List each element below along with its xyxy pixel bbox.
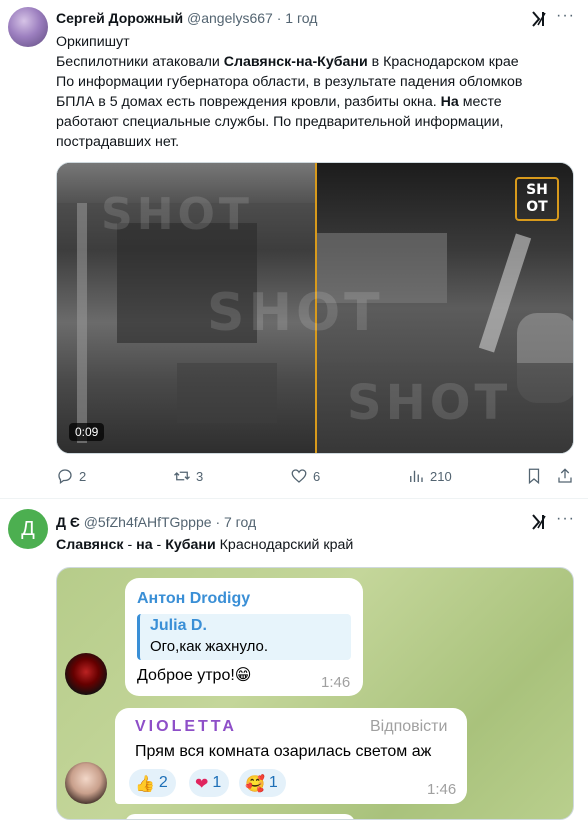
reaction-emoji-icon: 👍	[135, 773, 155, 793]
views-button[interactable]: 210	[407, 467, 452, 485]
text-run: в Краснодарском крае	[367, 54, 519, 70]
bold-text-run: на	[136, 537, 153, 553]
reaction-chip[interactable]: ❤ 1	[189, 769, 230, 797]
author-avatar[interactable]	[8, 7, 48, 47]
message-bubble[interactable]: Антон Drodigy Julia D. Ого,как жахнуло. …	[125, 578, 363, 696]
text-run: пострадавших нет.	[56, 134, 180, 150]
sender-avatar	[65, 653, 107, 695]
reaction-count: 1	[268, 774, 278, 791]
tweet-text: Оркипишут Беспилотники атаковали Славянск…	[56, 32, 566, 152]
text-run: Краснодарский край	[215, 537, 354, 553]
tweet-timestamp[interactable]: 7 год	[224, 514, 256, 530]
separator-dot: ·	[215, 514, 221, 530]
tweet-text: Славянск - на - Кубани Краснодарский кра…	[56, 535, 566, 555]
tweet-header: Д Є @5fZh4fAHfTGpppe · 7 год	[56, 514, 256, 530]
repost-icon	[174, 471, 190, 481]
reply-action-label[interactable]: Відповісти	[370, 718, 447, 736]
sender-avatar	[65, 762, 107, 804]
heart-icon	[291, 469, 307, 483]
shot-logo: SH OT	[515, 177, 559, 221]
tweet-timestamp[interactable]: 1 год	[285, 10, 317, 26]
like-button[interactable]: 6	[290, 467, 320, 485]
message-sender: Антон Drodigy	[137, 590, 251, 607]
bold-text-run: Кубани	[165, 537, 216, 553]
text-run: месте	[458, 94, 502, 110]
message-bubble-partial	[125, 814, 355, 819]
more-options-icon[interactable]: ···	[556, 510, 575, 528]
author-name[interactable]: Сергей Дорожный	[56, 10, 183, 26]
text-run: -	[123, 537, 137, 553]
views-icon	[410, 470, 423, 482]
text-run: -	[152, 537, 166, 553]
grok-icon[interactable]	[529, 9, 549, 29]
shot-logo-top: SH	[526, 182, 548, 198]
tweet-text-line: пострадавших нет.	[56, 132, 566, 152]
author-avatar[interactable]: Д	[8, 509, 48, 549]
author-name[interactable]: Д Є	[56, 514, 80, 530]
bold-text-run: Славянск-на-Кубани	[223, 54, 368, 70]
video-watermark: SHOT	[207, 283, 384, 343]
shot-logo-bottom: OT	[526, 199, 548, 215]
reaction-emoji-icon: ❤	[195, 773, 209, 793]
tweet-video[interactable]: SHOT SHOT SHOT SH OT 0:09	[56, 162, 574, 454]
reply-icon	[58, 469, 72, 485]
message-text: Прям вся комната озарилась светом аж	[135, 743, 432, 760]
reaction-chip[interactable]: 🥰 1	[239, 769, 286, 797]
text-run: Оркипишут	[56, 34, 130, 50]
video-watermark: SHOT	[101, 189, 253, 240]
reply-button[interactable]: 2	[56, 467, 86, 485]
tweet-text-line: БПЛА в 5 домах есть повреждения кровли, …	[56, 92, 566, 112]
bold-text-run: Славянск	[56, 537, 124, 553]
avatar-letter: Д	[21, 517, 35, 540]
message-sender: VIOLETTA	[135, 718, 237, 735]
text-run: Беспилотники атаковали	[56, 54, 224, 70]
share-button[interactable]	[556, 467, 579, 485]
more-options-icon[interactable]: ···	[556, 7, 575, 25]
bold-text-run: На	[440, 94, 459, 110]
video-watermark: SHOT	[347, 375, 512, 431]
repost-button[interactable]: 3	[173, 467, 203, 485]
like-count: 6	[313, 468, 321, 484]
video-duration: 0:09	[69, 423, 105, 441]
message-time: 1:46	[321, 674, 351, 691]
bookmark-icon	[528, 468, 540, 485]
reaction-count: 1	[212, 774, 222, 791]
reply-count: 2	[79, 468, 87, 484]
share-icon	[558, 468, 572, 483]
quoted-reply[interactable]: Julia D. Ого,как жахнуло.	[137, 614, 351, 660]
separator-dot: ·	[276, 10, 282, 26]
tweet-text-line: По информации губернатора области, в рез…	[56, 72, 566, 92]
reaction-emoji-icon: 🥰	[245, 773, 265, 793]
grok-icon[interactable]	[529, 512, 549, 532]
text-run: БПЛА в 5 домах есть повреждения кровли, …	[56, 94, 441, 110]
tweet-text-line: работают специальные службы. По предвари…	[56, 112, 566, 132]
views-count: 210	[430, 468, 452, 484]
reaction-count: 2	[158, 774, 168, 791]
text-run: По информации губернатора области, в рез…	[56, 74, 523, 90]
quoted-author: Julia D.	[150, 617, 207, 634]
author-handle[interactable]: @angelys667	[187, 10, 273, 26]
message-time: 1:46	[427, 781, 457, 798]
tweet-header: Сергей Дорожный @angelys667 · 1 год	[56, 10, 317, 26]
repost-count: 3	[196, 468, 204, 484]
telegram-screenshot[interactable]: Антон Drodigy Julia D. Ого,как жахнуло. …	[56, 567, 574, 820]
tweet-actions: 2 3 6 210	[56, 467, 574, 487]
tweet-text-line: Беспилотники атаковали Славянск-на-Кубан…	[56, 52, 566, 72]
tweet-1[interactable]: Сергей Дорожный @angelys667 · 1 год ··· …	[0, 0, 588, 498]
author-handle[interactable]: @5fZh4fAHfTGpppe	[84, 514, 212, 530]
tweet-text-line: Оркипишут	[56, 32, 566, 52]
bookmark-button[interactable]	[525, 467, 548, 485]
message-text: Доброе утро!😁	[137, 667, 252, 684]
text-run: работают специальные службы. По предвари…	[56, 114, 504, 130]
reaction-chip[interactable]: 👍 2	[129, 769, 176, 797]
quoted-text: Ого,как жахнуло.	[150, 638, 269, 655]
